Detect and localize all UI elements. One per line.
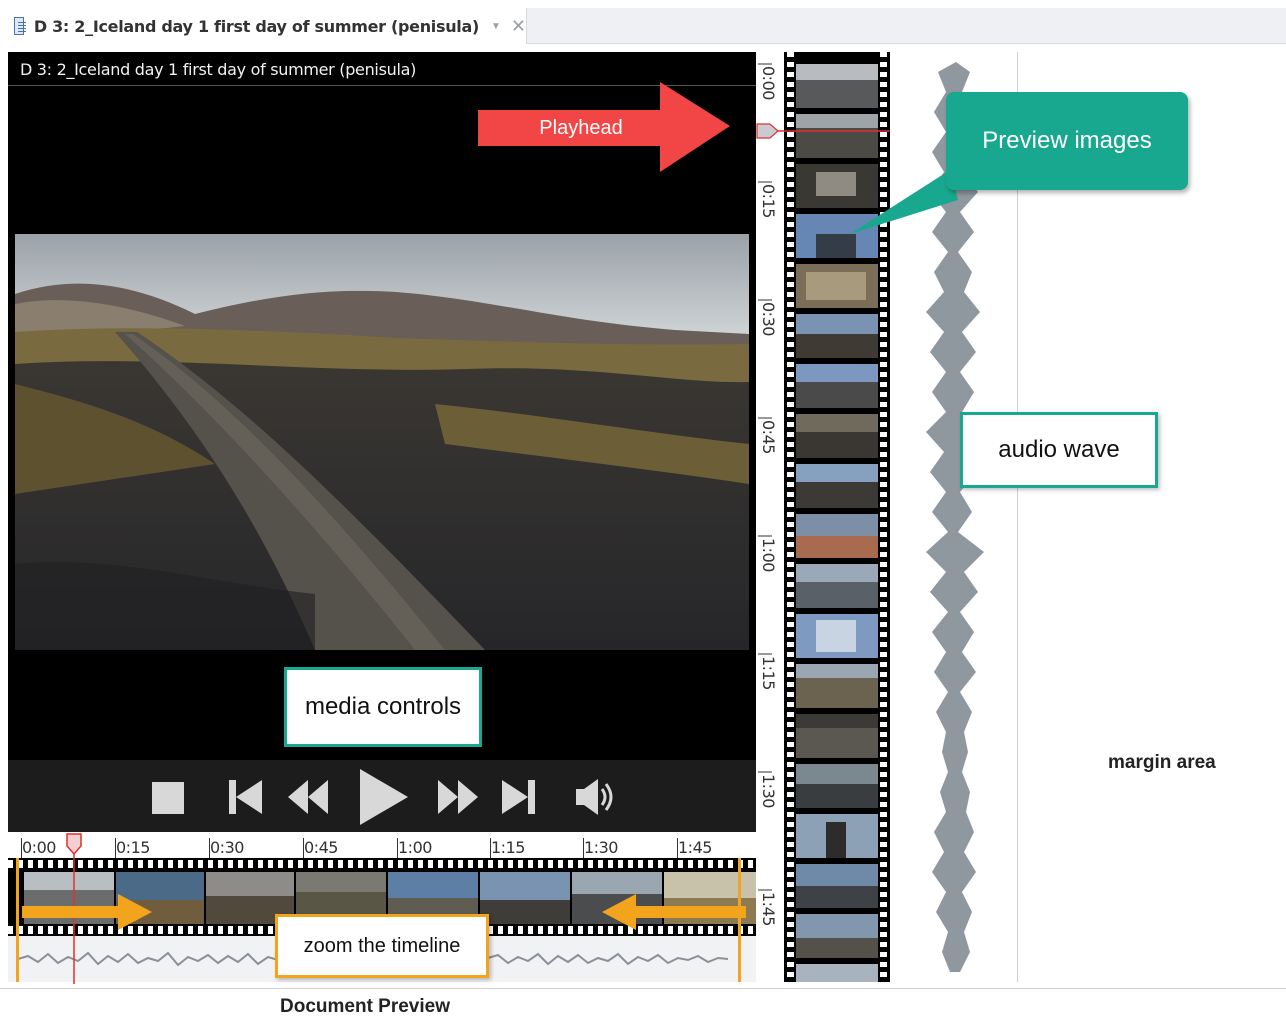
media-controls-annotation: media controls [284, 667, 482, 747]
timeline-label: 0:45 [304, 838, 338, 857]
media-controls-bar [8, 760, 756, 832]
playhead-annotation: Playhead [539, 116, 623, 139]
video-frame[interactable] [15, 234, 749, 650]
timeline-tick [677, 838, 678, 858]
timeline-label: 0:15 [116, 838, 150, 857]
tab-strip-empty [526, 8, 1286, 44]
timeline-label: 1:15 [491, 838, 525, 857]
pin-dropdown-icon[interactable]: ▼ [491, 21, 501, 32]
close-icon[interactable]: ✕ [511, 16, 526, 37]
margin-area-label: margin area [1108, 752, 1216, 773]
timeline-tick [397, 838, 398, 858]
timeline-tick [21, 838, 22, 858]
preview-images-pointer [850, 170, 958, 234]
sprocket-holes [8, 860, 756, 868]
timeline-ruler[interactable]: 0:00 0:15 0:30 0:45 1:00 1:15 1:30 1:45 [8, 832, 756, 860]
timeline-label: 1:45 [678, 838, 712, 857]
sprocket-holes [787, 52, 794, 982]
timeline-label: 1:30 [584, 838, 618, 857]
timeline-tick [303, 838, 304, 858]
skip-to-end-icon[interactable] [496, 776, 540, 818]
tab-title: D 3: 2_Iceland day 1 first day of summer… [33, 16, 479, 36]
timeline-label: 1:00 [398, 838, 432, 857]
timeline-label: 0:30 [210, 838, 244, 857]
media-controls-annotation-text: media controls [304, 693, 462, 720]
skip-to-start-icon[interactable] [224, 776, 268, 818]
fast-forward-icon[interactable] [434, 776, 482, 818]
timeline-tick [490, 838, 491, 858]
video-title: D 3: 2_Iceland day 1 first day of summer… [20, 60, 417, 79]
volume-icon[interactable] [570, 774, 622, 820]
audio-wave-annotation-text: audio wave [998, 436, 1120, 463]
document-tab[interactable]: D 3: 2_Iceland day 1 first day of summer… [8, 8, 526, 44]
timeline-tick [583, 838, 584, 858]
timeline-tick [209, 838, 210, 858]
tab-bar: D 3: 2_Iceland day 1 first day of summer… [0, 0, 1286, 46]
audio-wave-annotation: audio wave [960, 412, 1158, 488]
document-icon [14, 17, 26, 35]
stop-icon[interactable] [148, 778, 188, 818]
timeline-label: 0:00 [22, 838, 56, 857]
document-preview-caption: Document Preview [280, 996, 450, 1017]
zoom-timeline-annotation: zoom the timeline [275, 914, 489, 978]
footer-divider [0, 988, 1286, 989]
zoom-timeline-annotation-text: zoom the timeline [303, 934, 461, 957]
vertical-ruler[interactable]: 0:00 0:15 0:30 0:45 1:00 1:15 1:30 1:45 [756, 52, 784, 982]
zoom-handle-left[interactable] [16, 858, 19, 936]
rewind-icon[interactable] [284, 776, 332, 818]
play-icon[interactable] [354, 766, 412, 828]
preview-images-annotation: Preview images [946, 92, 1188, 190]
timeline-tick [115, 838, 116, 858]
